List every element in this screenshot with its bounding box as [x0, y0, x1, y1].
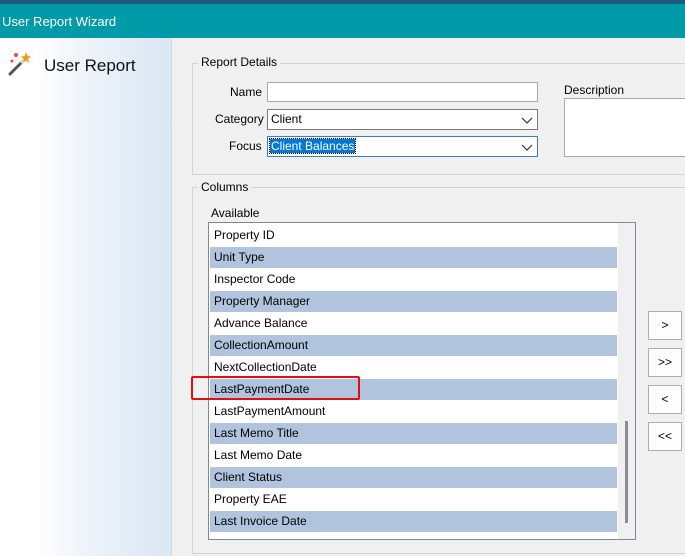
list-item[interactable]: Advance Balance — [210, 313, 617, 334]
remove-column-button[interactable]: < — [648, 385, 682, 414]
list-item[interactable]: Property Manager — [210, 291, 617, 312]
columns-label: Columns — [198, 180, 252, 194]
list-item[interactable]: Last Memo Date — [210, 445, 617, 466]
list-scrollbar[interactable] — [618, 223, 635, 539]
focus-label: Focus — [229, 139, 262, 153]
annotation-highlight-box — [191, 376, 360, 400]
chevron-down-icon — [521, 144, 533, 151]
focus-value: Client Balances — [268, 138, 357, 154]
list-item[interactable]: NextCollectionDate — [210, 357, 617, 378]
title-bar: User Report Wizard — [0, 4, 685, 38]
list-item[interactable]: Inspector Code — [210, 269, 617, 290]
add-all-columns-button[interactable]: >> — [648, 348, 682, 377]
category-dropdown[interactable]: Client — [267, 109, 538, 130]
scrollbar-thumb[interactable] — [625, 421, 628, 523]
list-item[interactable]: Unit Type — [210, 247, 617, 268]
wizard-content: Report Details Name Category Client Focu… — [172, 38, 685, 556]
name-input[interactable] — [267, 82, 538, 102]
window-title: User Report Wizard — [2, 14, 117, 29]
list-item[interactable]: Last Invoice Date — [210, 511, 617, 532]
wizard-side-panel: User Report — [0, 38, 172, 556]
category-label: Category — [215, 112, 264, 126]
list-item[interactable]: LastPaymentAmount — [210, 401, 617, 422]
list-item[interactable]: Last Memo Title — [210, 423, 617, 444]
focus-dropdown[interactable]: Client Balances — [267, 136, 538, 157]
wizard-heading: User Report — [44, 56, 136, 75]
report-details-label: Report Details — [198, 55, 281, 69]
list-item[interactable]: Property ID — [210, 225, 617, 246]
magic-wand-icon — [8, 52, 31, 76]
chevron-down-icon — [521, 117, 533, 124]
description-textarea[interactable] — [564, 98, 685, 157]
list-item[interactable]: Client Status — [210, 467, 617, 488]
list-item[interactable]: Property EAE — [210, 489, 617, 510]
add-column-button[interactable]: > — [648, 311, 682, 340]
description-label: Description — [564, 83, 625, 97]
available-label: Available — [211, 206, 260, 220]
list-item[interactable]: CollectionAmount — [210, 335, 617, 356]
category-value: Client — [271, 112, 302, 126]
remove-all-columns-button[interactable]: << — [648, 422, 682, 451]
name-label: Name — [230, 85, 263, 99]
